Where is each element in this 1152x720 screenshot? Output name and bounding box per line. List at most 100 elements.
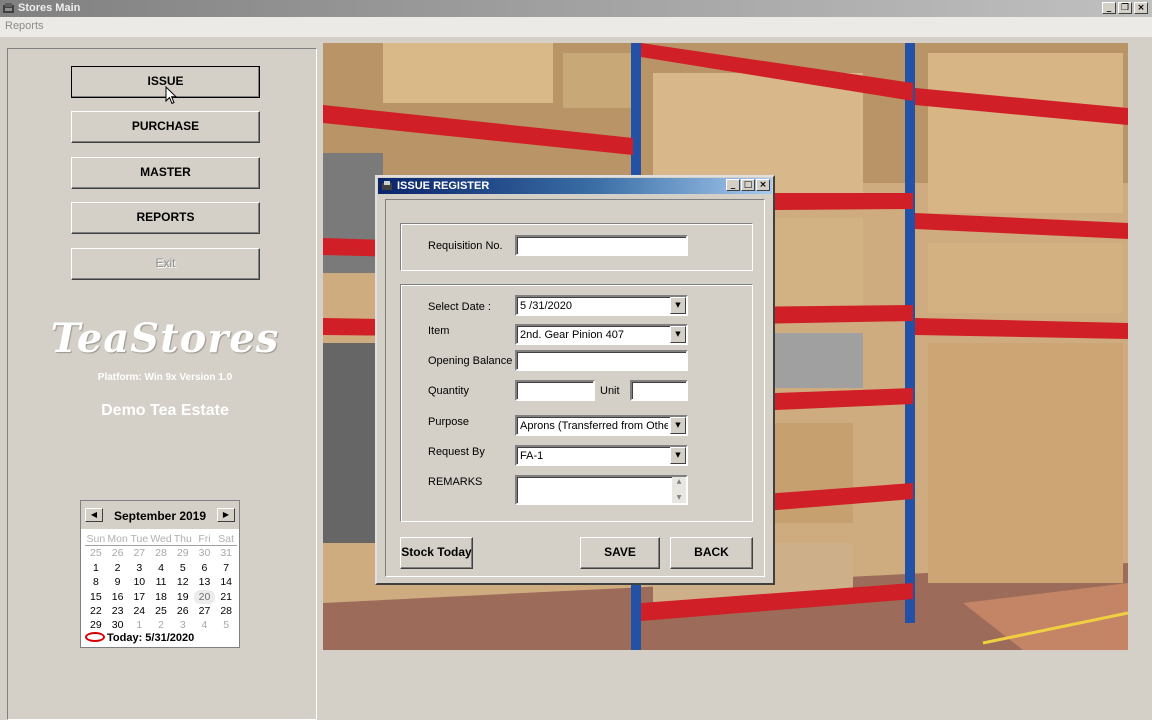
dialog-maximize-icon[interactable]: □ (741, 179, 755, 191)
calendar-day[interactable]: 17 (128, 590, 150, 604)
dialog-close-icon[interactable]: × (756, 179, 770, 191)
dialog-body: Requisition No. Select Date : 5 /31/2020… (385, 199, 765, 577)
calendar-day[interactable]: 13 (194, 575, 216, 589)
scroll-down-icon[interactable]: ▼ (672, 493, 686, 503)
restore-icon[interactable]: ❐ (1118, 2, 1132, 14)
calendar-day[interactable]: 11 (150, 575, 172, 589)
calendar-week-row: 8 9 10 11 12 13 14 (85, 575, 237, 589)
calendar-day[interactable]: 19 (172, 590, 194, 604)
chevron-down-icon[interactable]: ▼ (670, 326, 686, 343)
calendar-day[interactable]: 27 (194, 604, 216, 618)
opening-balance-input[interactable] (515, 350, 688, 371)
menu-reports[interactable]: Reports (5, 20, 44, 32)
next-month-icon[interactable]: ▶ (217, 508, 235, 522)
calendar-week-row: 22 23 24 25 26 27 28 (85, 604, 237, 618)
calendar-day[interactable]: 5 (215, 618, 237, 632)
chevron-down-icon[interactable]: ▼ (670, 417, 686, 434)
calendar-day[interactable]: 26 (107, 546, 129, 560)
back-button[interactable]: BACK (670, 537, 753, 569)
calendar-day[interactable]: 31 (215, 546, 237, 560)
calendar-today[interactable]: Today: 5/31/2020 (85, 632, 194, 644)
calendar-day[interactable]: 23 (107, 604, 129, 618)
dialog-app-icon (382, 181, 392, 190)
calendar-day[interactable]: 22 (85, 604, 107, 618)
calendar-day[interactable]: 1 (128, 618, 150, 632)
calendar-day[interactable]: 25 (85, 546, 107, 560)
calendar-day[interactable]: 3 (128, 561, 150, 575)
minimize-icon[interactable]: _ (1102, 2, 1116, 14)
save-button[interactable]: SAVE (580, 537, 660, 569)
unit-input[interactable] (630, 380, 688, 401)
calendar-day[interactable]: 9 (107, 575, 129, 589)
today-ring-icon (85, 632, 105, 642)
calendar-day[interactable]: 3 (172, 618, 194, 632)
calendar-day[interactable]: 10 (128, 575, 150, 589)
calendar-day[interactable]: 14 (215, 575, 237, 589)
calendar-weekday: Mon (106, 533, 129, 547)
calendar-day[interactable]: 6 (194, 561, 216, 575)
estate-name: Demo Tea Estate (101, 402, 229, 419)
calendar-day[interactable]: 27 (128, 546, 150, 560)
calendar-day[interactable]: 12 (172, 575, 194, 589)
item-label: Item (428, 325, 450, 337)
purchase-button[interactable]: PURCHASE (71, 111, 260, 143)
scroll-up-icon[interactable]: ▲ (672, 477, 686, 487)
calendar-weekday: Sat (215, 532, 238, 547)
stock-today-button[interactable]: Stock Today (400, 537, 473, 569)
calendar-day[interactable]: 5 (172, 561, 194, 575)
calendar-day[interactable]: 4 (194, 618, 216, 632)
app-icon (3, 3, 14, 13)
calendar-day[interactable]: 21 (215, 590, 237, 604)
unit-label: Unit (600, 385, 620, 397)
quantity-label: Quantity (428, 385, 469, 397)
remarks-scrollbar[interactable]: ▲ ▼ (672, 477, 686, 503)
calendar-day[interactable]: 8 (85, 575, 107, 589)
calendar-weekday: Fri (193, 532, 216, 547)
calendar-day[interactable]: 30 (194, 546, 216, 560)
calendar-day[interactable]: 2 (107, 561, 129, 575)
calendar-day[interactable]: 1 (85, 561, 107, 575)
calendar-week-row: 29 30 1 2 3 4 5 (85, 618, 237, 632)
reports-button[interactable]: REPORTS (71, 202, 260, 234)
calendar-day[interactable]: 30 (107, 618, 129, 632)
request-by-combo[interactable]: FA-1 ▼ (515, 445, 688, 466)
purpose-combo[interactable]: Aprons (Transferred from Other welfa ▼ (515, 415, 688, 436)
calendar-day[interactable]: 24 (128, 604, 150, 618)
calendar-day[interactable]: 28 (215, 604, 237, 618)
purpose-value: Aprons (Transferred from Other welfa (520, 420, 668, 432)
platform-version: Platform: Win 9x Version 1.0 (97, 372, 233, 383)
chevron-down-icon[interactable]: ▼ (670, 447, 686, 464)
item-combo[interactable]: 2nd. Gear Pinion 407 ▼ (515, 324, 688, 345)
date-value: 5 /31/2020 (520, 300, 572, 312)
date-picker[interactable]: 5 /31/2020 ▼ (515, 295, 688, 316)
window-title: Stores Main (18, 2, 81, 14)
main-title-bar: Stores Main _ ❐ × (0, 0, 1152, 17)
exit-button[interactable]: Exit (71, 248, 260, 280)
calendar-weekday: Thu (171, 533, 194, 547)
calendar-day[interactable]: 29 (85, 618, 107, 632)
quantity-input[interactable] (515, 380, 595, 401)
calendar-day[interactable]: 2 (150, 618, 172, 632)
calendar-day[interactable]: 7 (215, 561, 237, 575)
calendar-weekday: Wed (150, 533, 172, 547)
calendar-day[interactable]: 20 (193, 589, 216, 604)
calendar-day[interactable]: 26 (172, 604, 194, 618)
calendar-day[interactable]: 28 (150, 546, 172, 560)
month-calendar[interactable]: ◀ September 2019 ▶ Sun Mon Tue Wed Thu Fri Sat… (80, 500, 240, 648)
chevron-down-icon[interactable]: ▼ (670, 297, 686, 314)
calendar-day[interactable]: 16 (107, 590, 129, 604)
calendar-day[interactable]: 15 (85, 590, 107, 604)
remarks-input[interactable]: ▲ ▼ (515, 475, 688, 505)
calendar-day[interactable]: 18 (150, 590, 172, 604)
calendar-day[interactable]: 29 (172, 546, 194, 560)
purpose-label: Purpose (428, 416, 469, 428)
requisition-input[interactable] (515, 235, 688, 256)
request-by-value: FA-1 (520, 450, 544, 462)
calendar-day[interactable]: 25 (150, 604, 172, 618)
dialog-minimize-icon[interactable]: _ (726, 179, 740, 191)
calendar-day[interactable]: 4 (150, 561, 172, 575)
master-button[interactable]: MASTER (71, 157, 260, 189)
request-by-label: Request By (428, 446, 485, 458)
requisition-label: Requisition No. (428, 240, 503, 252)
close-icon[interactable]: × (1134, 2, 1148, 14)
